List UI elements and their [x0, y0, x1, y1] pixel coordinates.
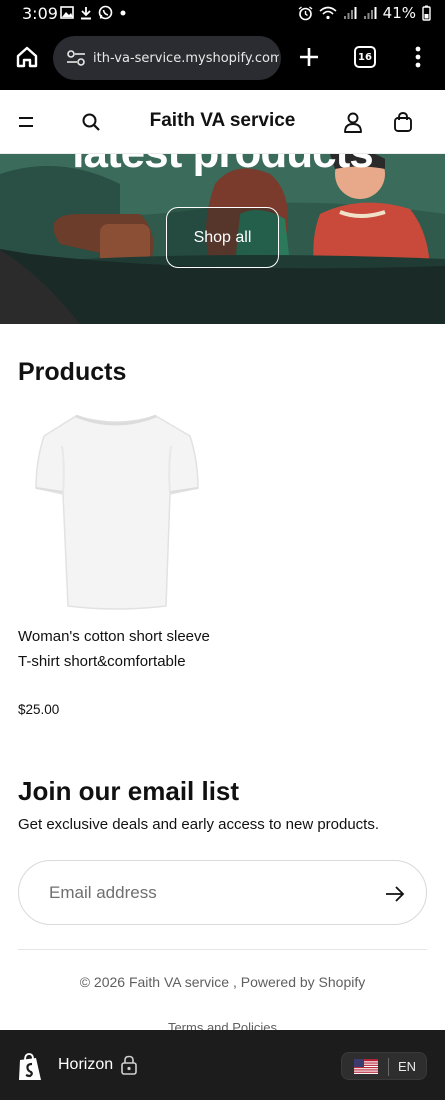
- us-flag-icon: [354, 1059, 378, 1074]
- locale-separator: [388, 1058, 389, 1076]
- shop-all-button[interactable]: Shop all: [166, 207, 279, 268]
- address-bar[interactable]: ith-va-service.myshopify.com: [53, 36, 281, 80]
- products-heading: Products: [18, 358, 127, 386]
- copyright-text: © 2026 Faith VA service , Powered by Sho…: [79, 974, 366, 990]
- email-submit-button[interactable]: [382, 881, 408, 907]
- hero-banner: latest products Shop all: [0, 154, 445, 324]
- battery-level: 41%: [382, 4, 416, 22]
- home-button[interactable]: [12, 42, 42, 72]
- status-icons-right: 41%: [298, 4, 431, 22]
- store-title[interactable]: Faith VA service: [0, 110, 445, 132]
- status-icons-left: [60, 5, 127, 20]
- alarm-icon: [298, 5, 313, 20]
- account-button[interactable]: [339, 108, 367, 136]
- home-icon: [16, 46, 38, 68]
- lock-icon: [121, 1055, 137, 1075]
- tune-icon: [67, 50, 85, 66]
- new-tab-button[interactable]: [294, 42, 324, 72]
- tab-switcher-button[interactable]: 16: [354, 46, 376, 68]
- user-icon: [344, 112, 362, 133]
- email-signup-form: [18, 860, 427, 925]
- status-time: 3:09: [22, 4, 58, 23]
- gallery-icon: [60, 6, 74, 19]
- product-name[interactable]: Woman's cotton short sleeve T-shirt shor…: [18, 624, 214, 674]
- theme-preview-bar: Horizon EN: [0, 1030, 445, 1100]
- product-card[interactable]: Woman's cotton short sleeve T-shirt shor…: [18, 406, 214, 726]
- locale-selector[interactable]: EN: [341, 1052, 427, 1080]
- shopify-bag-icon: [19, 1053, 41, 1080]
- site-settings-button[interactable]: [59, 36, 93, 80]
- whatsapp-icon: [98, 5, 113, 20]
- arrow-right-icon: [386, 886, 405, 902]
- cart-button[interactable]: [389, 108, 417, 136]
- locale-code: EN: [398, 1059, 417, 1074]
- newsletter-heading: Join our email list: [18, 776, 240, 806]
- plus-icon: [300, 48, 318, 66]
- download-icon: [81, 6, 91, 19]
- store-header: Faith VA service: [0, 90, 445, 154]
- signal-icon: [343, 7, 357, 19]
- browser-menu-button[interactable]: [408, 44, 428, 70]
- battery-icon: [422, 5, 431, 21]
- url-text: ith-va-service.myshopify.com: [93, 50, 279, 66]
- bag-icon: [394, 112, 412, 132]
- hero-heading: latest products: [0, 154, 445, 178]
- browser-toolbar: ith-va-service.myshopify.com 16: [0, 28, 445, 90]
- newsletter-subtitle: Get exclusive deals and early access to …: [18, 816, 380, 833]
- product-price: $25.00: [18, 702, 60, 717]
- dot-icon: [120, 10, 126, 15]
- product-image[interactable]: [18, 406, 214, 616]
- footer-divider: [18, 949, 427, 950]
- theme-name: Horizon: [58, 1056, 114, 1073]
- wifi-icon: [319, 6, 337, 20]
- status-bar: 3:09 41%: [0, 0, 445, 28]
- signal-icon: [363, 7, 377, 19]
- email-input[interactable]: [49, 881, 349, 905]
- more-vert-icon: [415, 46, 421, 68]
